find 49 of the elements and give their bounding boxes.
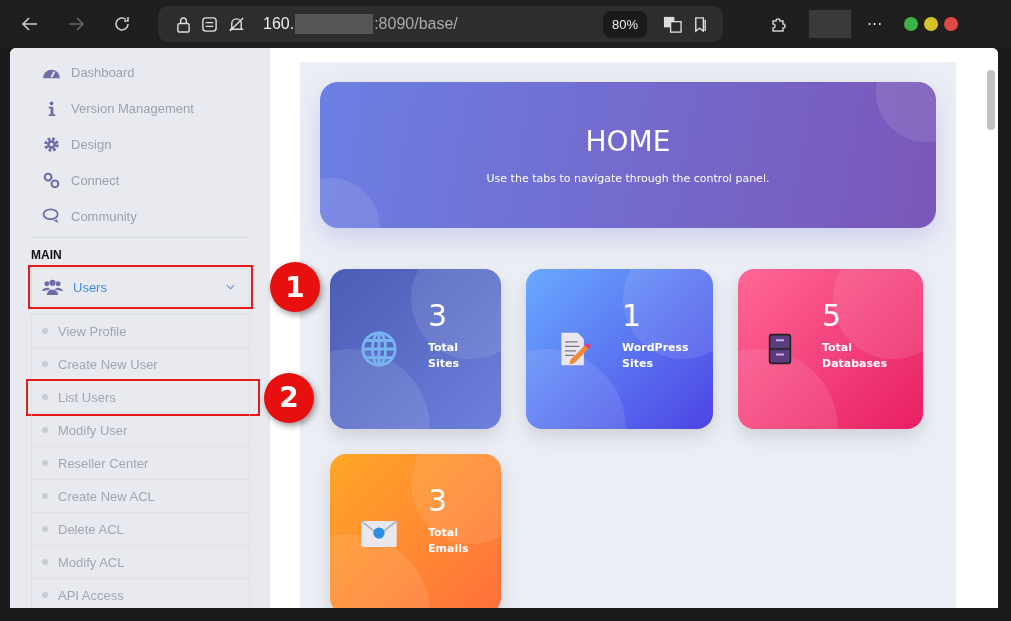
stat-label: WordPress Sites: [622, 340, 689, 372]
nav-item[interactable]: Connect: [31, 162, 250, 198]
nav-item[interactable]: Community: [31, 198, 250, 234]
submenu-item[interactable]: Modify ACL: [31, 546, 250, 579]
translate-icon[interactable]: [663, 14, 682, 34]
globe-icon: [360, 330, 398, 368]
gear-icon: [42, 135, 61, 153]
stat-label: Total Databases: [822, 340, 888, 372]
stat-value: 5: [822, 298, 843, 335]
envelope-icon: [360, 520, 398, 548]
stat-card[interactable]: 3 Total Sites: [330, 269, 501, 429]
users-menu[interactable]: Users: [31, 268, 250, 306]
submenu-item[interactable]: Modify User: [31, 414, 250, 447]
reading-list-icon[interactable]: [692, 15, 709, 33]
users-icon: [42, 278, 63, 296]
chat-icon: [42, 208, 61, 224]
nav-item[interactable]: Dashboard: [31, 54, 250, 90]
submenu-item[interactable]: Create New User: [31, 348, 250, 381]
close-button[interactable]: [944, 17, 959, 31]
stat-card[interactable]: 5 Total Databases: [738, 269, 923, 429]
address-bar[interactable]: 160. :8090/base/ 80%: [158, 6, 723, 42]
hero-subtitle: Use the tabs to navigate through the control panel.: [486, 172, 770, 185]
submenu-item[interactable]: Reseller Center: [31, 447, 250, 480]
bell-off-icon[interactable]: [228, 15, 245, 33]
zoom-badge[interactable]: 80%: [602, 10, 647, 38]
maximize-button[interactable]: [924, 17, 939, 31]
stat-label: Total Sites: [428, 340, 459, 372]
submenu-item[interactable]: View Profile: [31, 315, 250, 348]
nav-item[interactable]: Version Management: [31, 90, 250, 126]
stat-card[interactable]: 1 WordPress Sites: [526, 269, 713, 429]
scrollbar[interactable]: [987, 70, 995, 130]
lock-icon[interactable]: [176, 15, 191, 33]
hero-title: HOME: [585, 125, 671, 158]
stat-value: 3: [428, 483, 449, 520]
section-heading: MAIN: [31, 247, 63, 264]
nav-item[interactable]: Design: [31, 126, 250, 162]
stat-value: 3: [428, 298, 449, 335]
submenu-item[interactable]: List Users: [31, 381, 250, 414]
stat-value: 1: [622, 298, 643, 335]
submenu-item[interactable]: Create New ACL: [31, 480, 250, 513]
url-text: 160. :8090/base/: [263, 14, 459, 34]
submenu-item[interactable]: API Access: [31, 579, 250, 608]
submenu-item[interactable]: Delete ACL: [31, 513, 250, 546]
minimize-button[interactable]: [904, 17, 919, 31]
reload-icon[interactable]: [112, 14, 132, 34]
link-icon: [42, 171, 61, 189]
stat-label: Total Emails: [428, 525, 469, 557]
more-button[interactable]: ···: [867, 14, 883, 34]
stat-card[interactable]: 3 Total Emails: [330, 454, 501, 608]
